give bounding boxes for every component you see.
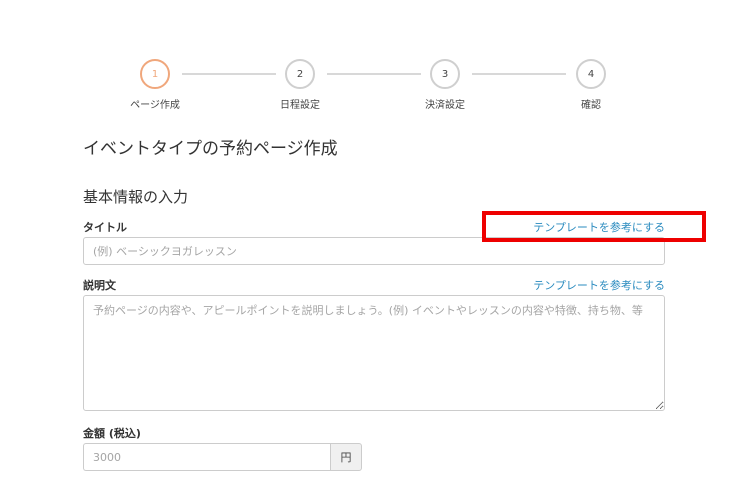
title-label: タイトル xyxy=(83,221,127,234)
yen-unit-addon: 円 xyxy=(330,443,362,471)
step-3-label: 決済設定 xyxy=(425,100,465,111)
step-4-label: 確認 xyxy=(581,100,601,111)
page-title: イベントタイプの予約ページ作成 xyxy=(83,139,338,159)
step-1-circle: 1 xyxy=(140,59,170,89)
highlight-annotation-box xyxy=(482,211,706,242)
progress-stepper: 1 2 3 4 ページ作成 日程設定 決済設定 確認 xyxy=(0,0,747,120)
description-template-link[interactable]: テンプレートを参考にする xyxy=(533,277,665,293)
step-4-circle: 4 xyxy=(576,59,606,89)
step-3-circle: 3 xyxy=(430,59,460,89)
step-connector xyxy=(472,73,566,75)
description-label: 説明文 xyxy=(83,279,116,292)
step-connector xyxy=(327,73,421,75)
price-input[interactable] xyxy=(83,443,330,471)
step-1-label: ページ作成 xyxy=(130,100,180,111)
section-title: 基本情報の入力 xyxy=(83,188,189,206)
price-input-group: 円 xyxy=(83,443,362,471)
description-textarea[interactable] xyxy=(83,295,665,411)
price-label: 金額 (税込) xyxy=(83,427,141,440)
step-2-label: 日程設定 xyxy=(280,100,320,111)
step-2-circle: 2 xyxy=(285,59,315,89)
step-connector xyxy=(182,73,276,75)
